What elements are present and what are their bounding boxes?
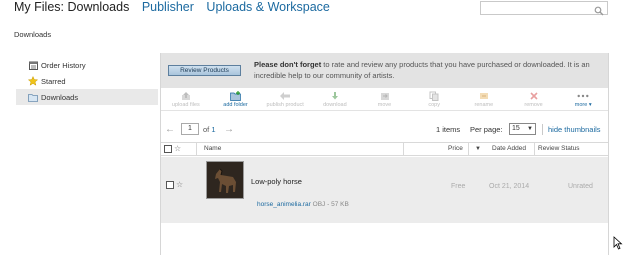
folder-icon [28, 92, 38, 102]
date-added-value: Oct 21, 2014 [489, 183, 530, 190]
divider [542, 124, 543, 135]
review-products-button[interactable]: Review Products [168, 65, 241, 76]
search-input[interactable] [480, 1, 608, 16]
row-checkbox[interactable] [166, 181, 174, 191]
chevron-down-icon: ▼ [527, 126, 533, 132]
items-count-number: 1 [436, 125, 441, 134]
divider [534, 143, 535, 155]
rename-label: rename [474, 102, 494, 108]
name-column-header[interactable]: Name [204, 143, 221, 155]
breadcrumb[interactable]: Downloads [14, 30, 51, 39]
remove-button[interactable]: remove [509, 89, 559, 110]
file-info: horse_animelia.rar OBJ - 57 KB [257, 201, 349, 208]
date-added-column-header[interactable]: Date Added [492, 143, 526, 155]
publish-product-label: publish product [266, 102, 304, 108]
total-pages-link[interactable]: 1 [211, 125, 215, 134]
calendar-icon [28, 60, 38, 70]
download-button[interactable]: download [310, 89, 360, 110]
file-type: OBJ [312, 201, 326, 208]
next-page-icon[interactable]: → [224, 122, 234, 137]
hide-thumbnails-link[interactable]: hide thumbnails [548, 125, 601, 134]
more-icon [577, 91, 589, 101]
banner-message: Please don't forget to rate and review a… [254, 59, 599, 81]
sort-desc-icon[interactable]: ▼ [475, 143, 481, 155]
product-name[interactable]: Low-poly horse [251, 177, 302, 186]
search-icon[interactable] [594, 3, 604, 21]
per-page-select[interactable]: 15 ▼ [509, 123, 536, 135]
table-header: ☆ Name Price ▼ Date Added Review Status [161, 142, 608, 156]
sidebar-item-label: Downloads [41, 92, 79, 102]
publish-icon [279, 91, 291, 101]
review-banner: Review Products Please don't forget to r… [161, 53, 608, 88]
items-count: 1 items [436, 125, 460, 134]
upload-icon [180, 91, 192, 101]
divider [196, 143, 197, 155]
items-count-label: items [442, 125, 461, 134]
upload-files-label: upload files [171, 102, 200, 108]
add-folder-icon [229, 91, 242, 101]
sidebar-item-downloads[interactable]: Downloads [16, 89, 158, 105]
banner-message-bold: Please don't forget [254, 60, 322, 69]
download-label: download [323, 102, 347, 108]
rename-icon [478, 91, 490, 101]
sidebar-item-order-history[interactable]: Order History [16, 57, 158, 73]
page-of-label: of [203, 125, 210, 134]
copy-icon [428, 91, 440, 101]
star-header-icon[interactable]: ☆ [174, 143, 181, 155]
price-column-header[interactable]: Price [448, 143, 463, 155]
file-toolbar: upload files add folder publish product … [161, 89, 608, 111]
move-icon [379, 91, 391, 101]
copy-button[interactable]: copy [409, 89, 459, 110]
sidebar-item-starred[interactable]: Starred [16, 73, 158, 89]
download-icon [329, 91, 341, 101]
page-title: My Files: Downloads [14, 0, 130, 14]
sidebar: Order History Starred Downloads [16, 57, 158, 105]
prev-page-icon[interactable]: ← [165, 122, 175, 137]
main-panel: Review Products Please don't forget to r… [160, 53, 609, 255]
pagination-bar: ← 1 of 1 → 1 items Per page: 15 ▼ hide th… [161, 122, 608, 137]
move-label: move [377, 102, 392, 108]
per-page-value: 15 [512, 125, 520, 132]
mouse-pointer-icon [613, 236, 623, 255]
divider [403, 143, 404, 155]
star-icon [28, 76, 38, 86]
per-page-label: Per page: [470, 125, 503, 134]
rename-button[interactable]: rename [459, 89, 509, 110]
star-icon[interactable]: ☆ [176, 180, 183, 189]
move-button[interactable]: move [360, 89, 410, 110]
file-name-link[interactable]: horse_animelia.rar [257, 201, 311, 208]
price-value: Free [451, 183, 466, 190]
file-size: - 57 KB [327, 201, 349, 208]
page-total: of 1 [203, 125, 216, 134]
page-number-input[interactable]: 1 [181, 123, 199, 135]
product-thumbnail[interactable] [206, 161, 244, 199]
upload-files-button[interactable]: upload files [161, 89, 211, 110]
sidebar-item-label: Order History [41, 60, 86, 70]
top-nav: My Files: Downloads Publisher Uploads & … [14, 0, 339, 16]
remove-icon [528, 91, 540, 101]
divider [468, 143, 469, 155]
publisher-link[interactable]: Publisher [142, 0, 194, 14]
sidebar-item-label: Starred [41, 76, 66, 86]
more-button[interactable]: more ▾ [558, 89, 608, 110]
table-row[interactable]: ☆ Low-poly horse horse_animelia.rar OBJ … [161, 157, 608, 223]
more-label: more ▾ [574, 102, 592, 108]
copy-label: copy [428, 102, 440, 108]
remove-label: remove [524, 102, 543, 108]
select-all-checkbox[interactable] [164, 145, 172, 153]
review-status-value: Unrated [568, 183, 593, 190]
publish-product-button[interactable]: publish product [260, 89, 310, 110]
uploads-workspace-link[interactable]: Uploads & Workspace [206, 0, 329, 14]
review-status-column-header[interactable]: Review Status [538, 143, 580, 155]
add-folder-button[interactable]: add folder [211, 89, 261, 110]
add-folder-label: add folder [223, 102, 248, 108]
